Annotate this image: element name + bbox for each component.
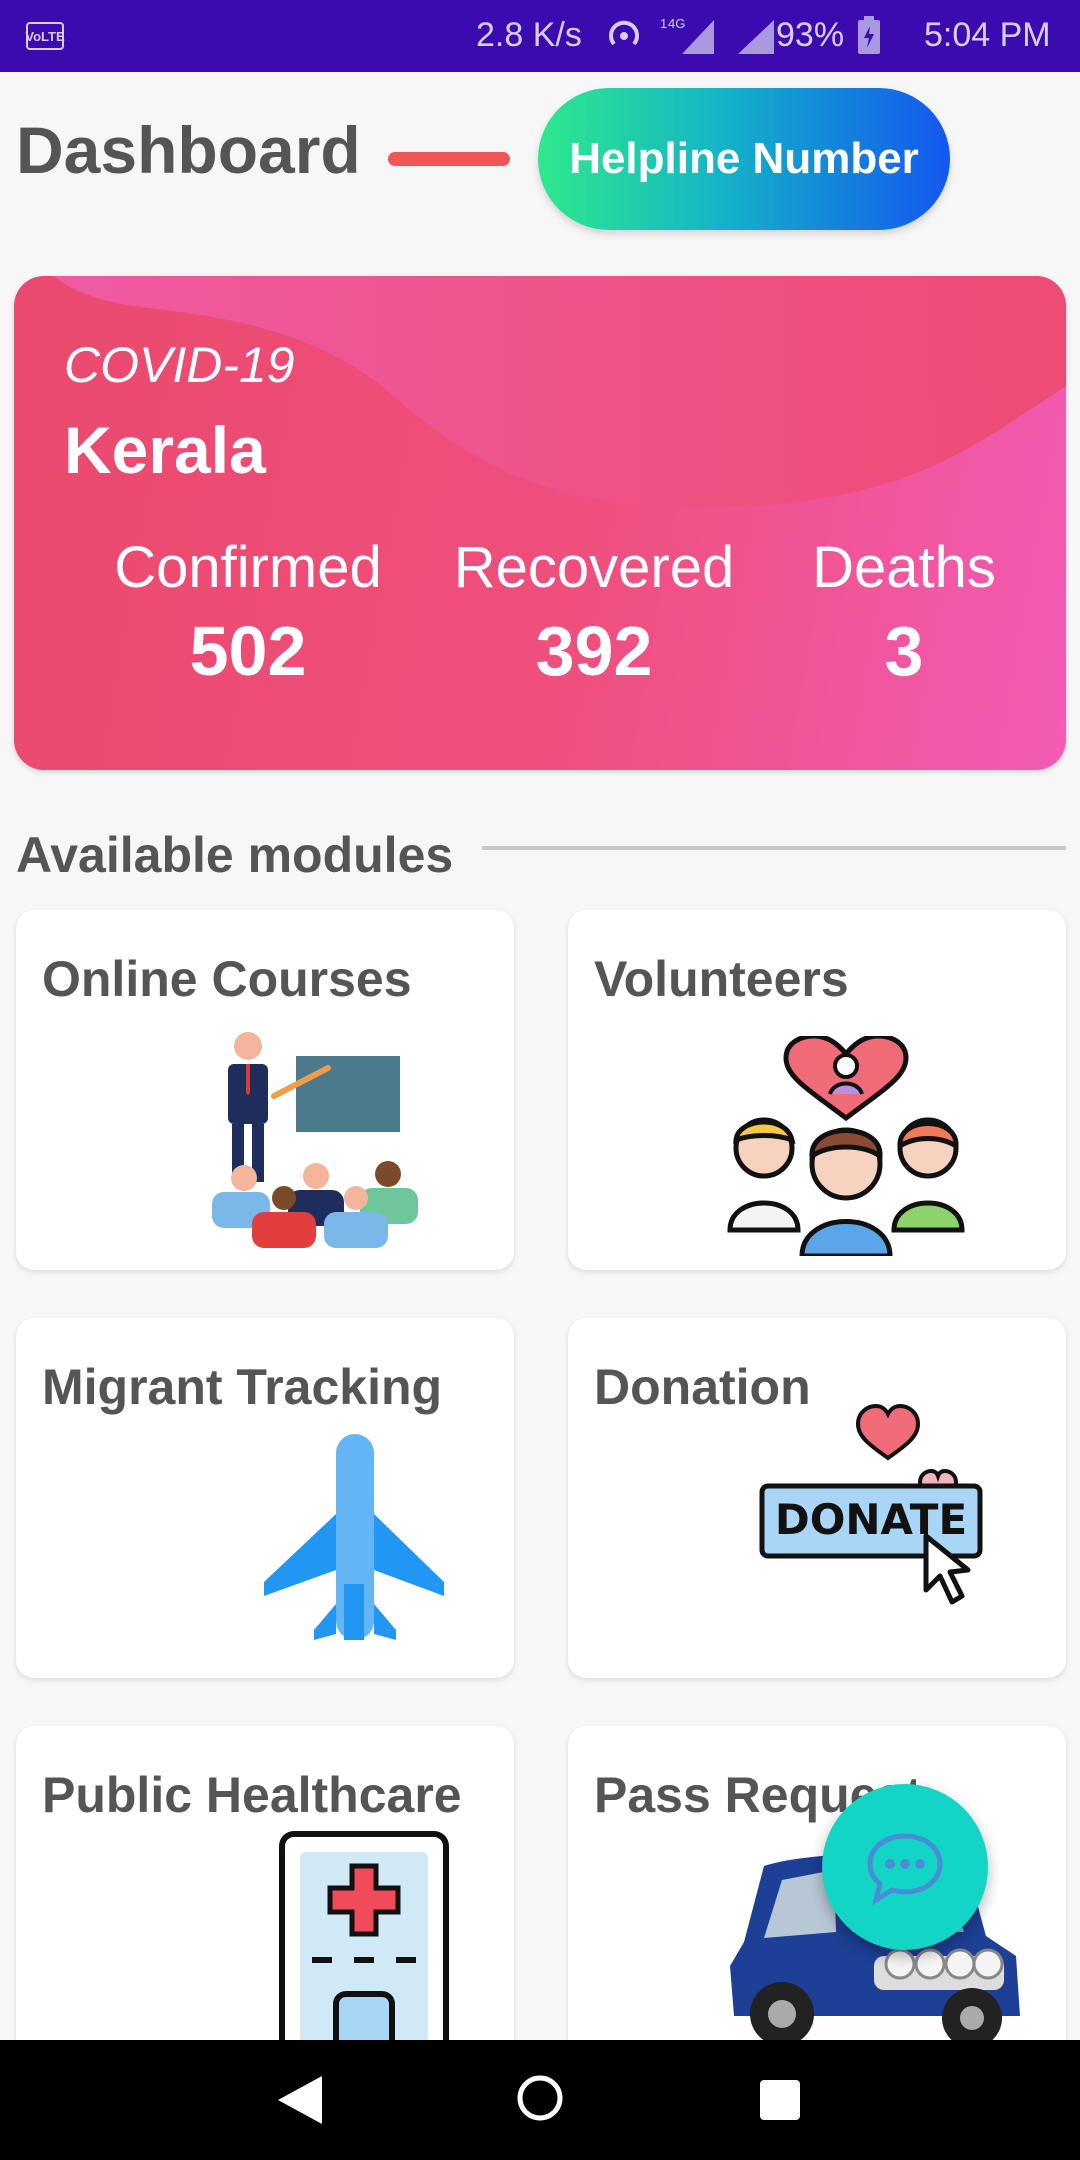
stat-value: 3	[884, 612, 924, 690]
volte-icon: VoLTE	[25, 22, 65, 50]
stat-confirmed: Confirmed 502	[98, 534, 398, 691]
module-migrant-tracking[interactable]: Migrant Tracking	[16, 1318, 514, 1678]
state-name: Kerala	[64, 413, 266, 487]
battery-charging-icon	[858, 16, 880, 54]
volunteers-icon	[727, 1036, 965, 1256]
airplane-icon	[264, 1434, 444, 1640]
stat-deaths: Deaths 3	[774, 534, 1034, 691]
signal-4g-icon: 1 4G	[660, 16, 714, 54]
signal-icon	[738, 20, 774, 54]
stat-value: 392	[535, 612, 653, 690]
hospital-icon	[279, 1831, 449, 2060]
modules-divider	[482, 846, 1066, 850]
back-icon[interactable]	[276, 2074, 324, 2126]
stat-value: 502	[189, 612, 307, 690]
helpline-button[interactable]: Helpline Number	[538, 88, 950, 230]
status-bar: VoLTE 2.8 K/s 1 4G 93% 5:04 PM	[0, 0, 1080, 72]
home-icon[interactable]	[514, 2072, 566, 2124]
module-online-courses[interactable]: Online Courses	[16, 910, 514, 1270]
navigation-bar	[0, 2040, 1080, 2160]
module-label: Volunteers	[594, 951, 849, 1007]
module-pass-request[interactable]: Pass Request	[568, 1726, 1066, 2086]
svg-text:1: 1	[660, 16, 667, 31]
classroom-icon	[212, 1032, 418, 1248]
chat-bubble-icon	[867, 1833, 943, 1906]
stat-label: Confirmed	[114, 535, 382, 600]
battery-percent: 93%	[776, 16, 845, 54]
stat-recovered: Recovered 392	[444, 534, 744, 691]
covid-stats-card: COVID-19 Kerala Confirmed 502 Recovered …	[14, 276, 1066, 770]
module-volunteers[interactable]: Volunteers	[568, 910, 1066, 1270]
stat-label: Deaths	[812, 535, 996, 600]
network-type: 4G	[668, 16, 685, 31]
hotspot-icon	[609, 20, 639, 46]
clock: 5:04 PM	[924, 16, 1051, 54]
donate-icon: DONATE	[759, 1403, 983, 1605]
module-label: Online Courses	[42, 951, 412, 1007]
title-accent-bar	[388, 152, 510, 166]
recent-apps-icon[interactable]	[760, 2080, 800, 2120]
covid-label: COVID-19	[64, 337, 295, 393]
module-public-healthcare[interactable]: Public Healthcare	[16, 1726, 514, 2086]
module-label: Migrant Tracking	[42, 1359, 443, 1415]
modules-heading: Available modules	[16, 827, 454, 883]
chat-fab-button[interactable]	[822, 1784, 988, 1950]
donate-text: DONATE	[775, 1495, 967, 1544]
module-label: Public Healthcare	[42, 1767, 462, 1823]
network-speed: 2.8 K/s	[476, 16, 582, 54]
stat-label: Recovered	[453, 535, 735, 600]
module-donation[interactable]: Donation DONATE	[568, 1318, 1066, 1678]
page-title: Dashboard	[16, 113, 361, 187]
